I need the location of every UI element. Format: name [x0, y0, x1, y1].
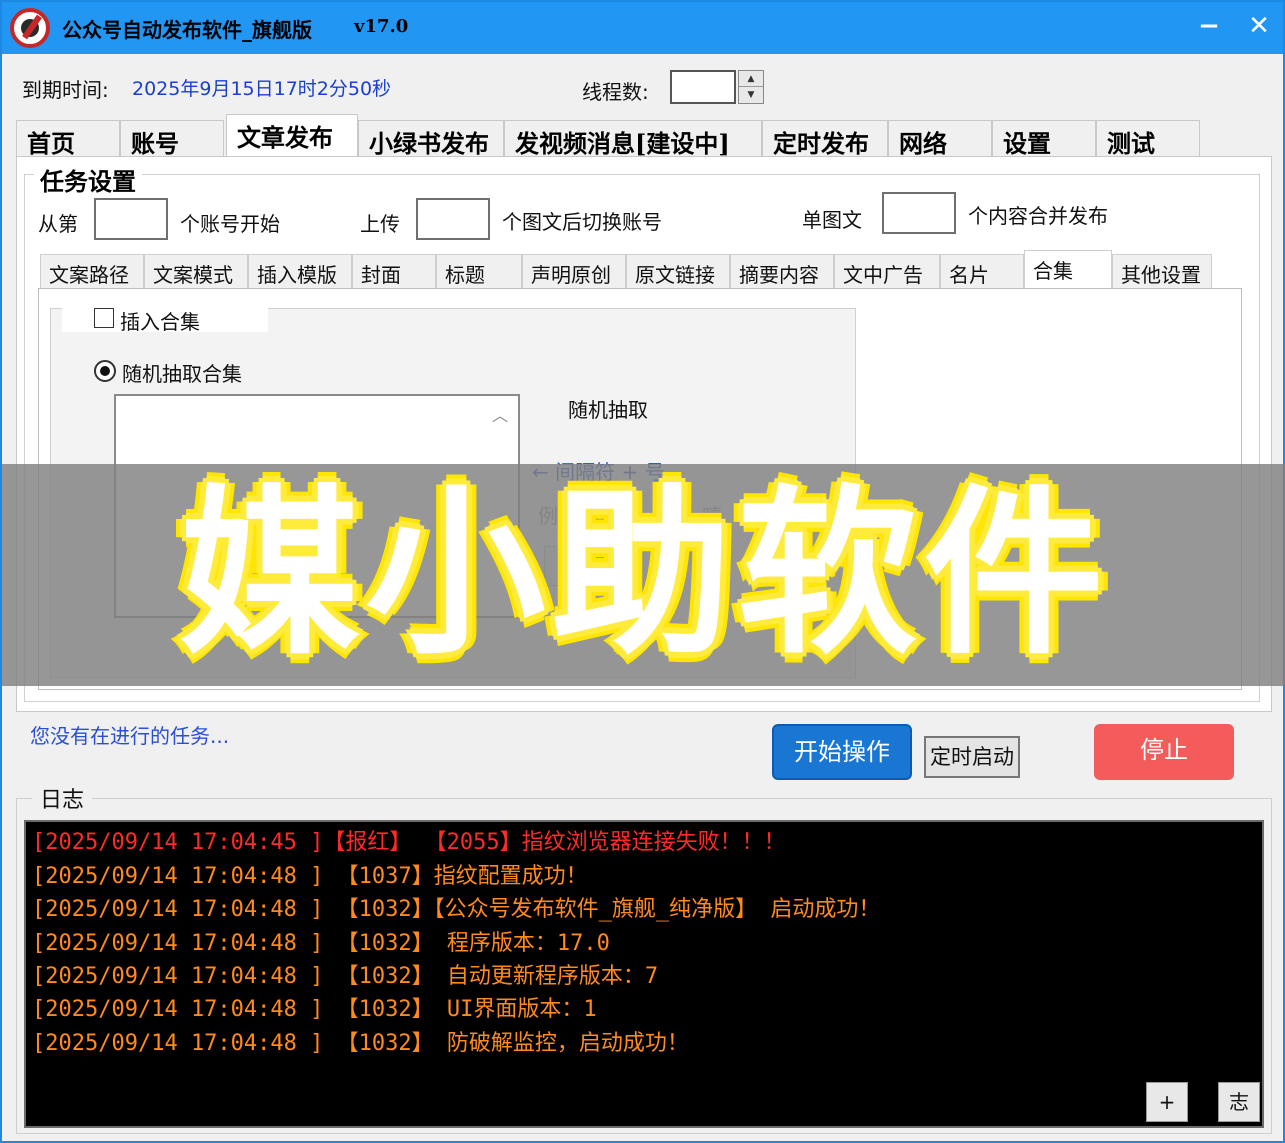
- log-line: [2025/09/14 17:04:48 ] 【1037】指纹配置成功！: [32, 864, 588, 889]
- tab-account[interactable]: 账号: [120, 120, 224, 158]
- stop-button[interactable]: 停止: [1094, 724, 1234, 780]
- window-version: v17.0: [354, 16, 409, 37]
- subtab-cover[interactable]: 封面: [352, 254, 436, 288]
- tab-scheduled[interactable]: 定时发布: [762, 120, 888, 158]
- watermark-text: 媒小助软件: [179, 470, 1110, 679]
- threads-label: 线程数:: [582, 80, 649, 104]
- chevron-up-icon[interactable]: ︿: [492, 402, 508, 426]
- spin-up-icon[interactable]: ▲: [739, 71, 763, 87]
- subtab-in-article-ad[interactable]: 文中广告: [834, 254, 940, 288]
- subtab-insert-template[interactable]: 插入模版: [248, 254, 352, 288]
- title-bar[interactable]: 公众号自动发布软件_旗舰版 v17.0 − ✕: [2, 2, 1283, 54]
- expire-value: 2025年9月15日17时2分50秒: [132, 78, 392, 100]
- tab-video-message[interactable]: 发视频消息[建设中]: [504, 120, 762, 158]
- subtab-title[interactable]: 标题: [436, 254, 522, 288]
- tab-green-book[interactable]: 小绿书发布: [358, 120, 504, 158]
- subtab-collection[interactable]: 合集: [1024, 250, 1112, 288]
- log-toggle-button[interactable]: 志: [1218, 1082, 1260, 1122]
- subtab-original[interactable]: 声明原创: [522, 254, 626, 288]
- minimize-button[interactable]: −: [1192, 10, 1226, 44]
- tab-network[interactable]: 网络: [888, 120, 992, 158]
- log-line: [2025/09/14 17:04:48 ] 【1032】 程序版本：17.0: [32, 931, 610, 956]
- random-collection-radio[interactable]: [94, 360, 116, 382]
- log-line: [2025/09/14 17:04:48 ] 【1032】 防破解监控，启动成功…: [32, 1031, 689, 1056]
- upload-label: 上传: [360, 212, 400, 236]
- tab-settings[interactable]: 设置: [992, 120, 1096, 158]
- log-line: [2025/09/14 17:04:48 ] 【1032】 自动更新程序版本：7: [32, 964, 659, 989]
- timer-start-button[interactable]: 定时启动: [924, 736, 1020, 778]
- upload-suffix: 个图文后切换账号: [502, 210, 662, 234]
- app-logo-icon: [10, 8, 50, 48]
- from-account-input[interactable]: [94, 198, 168, 240]
- tab-home[interactable]: 首页: [16, 120, 120, 158]
- log-title: 日志: [32, 782, 93, 814]
- tab-test[interactable]: 测试: [1096, 120, 1200, 158]
- random-note: 随机抽取: [568, 398, 648, 422]
- task-status: 您没有在进行的任务...: [30, 724, 230, 748]
- subtab-source-link[interactable]: 原文链接: [626, 254, 730, 288]
- expire-label: 到期时间:: [22, 78, 109, 102]
- log-console[interactable]: [2025/09/14 17:04:45 ]【报红】 【2055】指纹浏览器连接…: [24, 820, 1264, 1128]
- random-collection-label[interactable]: 随机抽取合集: [122, 358, 242, 387]
- log-plus-button[interactable]: +: [1146, 1082, 1188, 1122]
- window-title: 公众号自动发布软件_旗舰版: [62, 18, 312, 42]
- upload-count-input[interactable]: [416, 198, 490, 240]
- spin-down-icon[interactable]: ▼: [739, 87, 763, 103]
- log-line: [2025/09/14 17:04:45 ]【报红】 【2055】指纹浏览器连接…: [32, 830, 786, 855]
- subtab-other-settings[interactable]: 其他设置: [1112, 254, 1212, 288]
- subtab-summary[interactable]: 摘要内容: [730, 254, 834, 288]
- subtab-copy-mode[interactable]: 文案模式: [144, 254, 248, 288]
- log-line: [2025/09/14 17:04:48 ] 【1032】【公众号发布软件_旗舰…: [32, 897, 881, 922]
- subtab-copy-path[interactable]: 文案路径: [40, 254, 144, 288]
- threads-input[interactable]: [670, 70, 736, 104]
- close-button[interactable]: ✕: [1242, 10, 1276, 44]
- insert-collection-checkbox[interactable]: [94, 308, 114, 328]
- threads-spinner[interactable]: ▲ ▼: [738, 70, 764, 104]
- log-line: [2025/09/14 17:04:48 ] 【1032】 UI界面版本：1: [32, 997, 597, 1022]
- single-merge-input[interactable]: [882, 192, 956, 234]
- task-settings-title: 任务设置: [34, 162, 142, 197]
- subtab-card[interactable]: 名片: [940, 254, 1024, 288]
- insert-collection-label[interactable]: 插入合集: [120, 306, 200, 335]
- single-label: 单图文: [802, 208, 862, 232]
- tab-article-publish[interactable]: 文章发布: [226, 114, 358, 156]
- from-label: 从第: [38, 212, 78, 236]
- single-suffix: 个内容合并发布: [968, 204, 1108, 228]
- start-button[interactable]: 开始操作: [772, 724, 912, 780]
- app-window: 公众号自动发布软件_旗舰版 v17.0 − ✕ 到期时间: 2025年9月15日…: [0, 0, 1285, 1143]
- from-suffix: 个账号开始: [180, 212, 280, 236]
